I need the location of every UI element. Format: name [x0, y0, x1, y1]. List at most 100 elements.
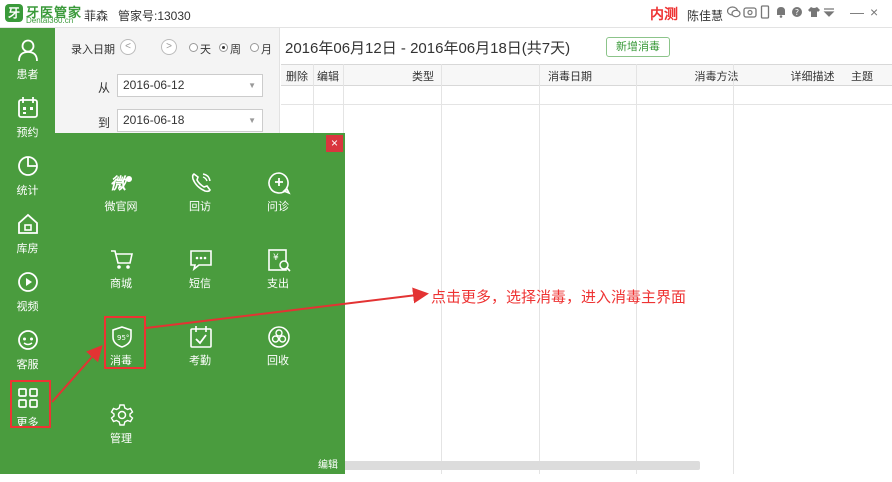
nav-label: 患者	[16, 69, 39, 81]
phone-call-icon	[191, 173, 211, 193]
column-divider	[539, 64, 540, 474]
radio-week[interactable]	[219, 43, 228, 52]
close-window-button[interactable]: ×	[870, 4, 878, 20]
app-logo: 牙 牙医管家 Dental360.cn	[5, 3, 81, 25]
disinfection-table: 删除 编辑 类型 消毒日期 消毒方法 主题 详细描述	[281, 64, 892, 474]
mobile-icon[interactable]	[759, 5, 771, 21]
tile-label: 管理	[110, 433, 132, 445]
settings-icon	[110, 404, 134, 426]
sms-icon	[190, 250, 212, 272]
nav-label: 视频	[16, 301, 39, 313]
tile-label: 回访	[189, 201, 211, 213]
panel-edit-link[interactable]: 编辑	[318, 456, 338, 471]
radio-month[interactable]	[250, 43, 259, 52]
nav-label: 预约	[16, 127, 39, 139]
row-divider	[281, 104, 892, 105]
add-disinfection-button[interactable]: 新增消毒	[606, 37, 670, 57]
logo-url: Dental360.cn	[26, 16, 74, 25]
from-label: 从	[98, 81, 111, 95]
logo-mark: 牙	[5, 4, 23, 22]
weibo-icon: 微	[110, 174, 132, 193]
svg-text:?: ?	[795, 8, 799, 17]
clinic-name: 菲森	[84, 9, 109, 23]
to-date-input[interactable]: 2016-06-18 ▼	[117, 109, 263, 132]
tile-expense[interactable]: ¥ 支出	[253, 248, 303, 298]
tile-sms[interactable]: 短信	[175, 248, 225, 298]
attendance-icon	[190, 326, 212, 348]
app-window: 牙 牙医管家 Dental360.cn 菲森 管家号:13030 内测 陈佳慧 …	[0, 0, 892, 482]
customer-service-icon	[18, 330, 38, 350]
tile-label: 微官网	[104, 201, 138, 213]
internal-test-badge: 内测	[650, 6, 678, 22]
consult-icon	[268, 172, 291, 195]
radio-week-label: 周	[230, 44, 241, 56]
tile-label: 考勤	[189, 355, 211, 367]
tile-label: 问诊	[267, 201, 289, 213]
tile-recycle[interactable]: 回收	[253, 325, 303, 375]
tile-attendance[interactable]: 考勤	[175, 325, 225, 375]
col-edit[interactable]: 编辑	[313, 68, 343, 84]
warehouse-icon	[18, 213, 38, 234]
cart-icon	[111, 250, 133, 269]
chevron-down-icon: ▼	[248, 116, 256, 125]
table-header: 删除 编辑 类型 消毒日期 消毒方法 主题 详细描述	[281, 64, 892, 86]
tile-label: 回收	[267, 355, 289, 367]
date-range-title: 2016年06月12日 - 2016年06月18日(共7天)	[285, 40, 571, 57]
calendar-icon	[18, 97, 38, 118]
tile-label: 商城	[110, 278, 132, 290]
nav-item-warehouse[interactable]: 库房	[0, 206, 55, 262]
horizontal-scrollbar[interactable]	[335, 461, 700, 470]
nav-item-statistics[interactable]: 统计	[0, 148, 55, 204]
tile-label: 短信	[189, 278, 211, 290]
nav-item-video[interactable]: 视频	[0, 264, 55, 320]
user-icon	[18, 39, 38, 62]
column-divider	[733, 64, 734, 474]
nav-item-patients[interactable]: 患者	[0, 32, 55, 88]
next-period-button[interactable]: >	[161, 39, 177, 55]
phone-icon[interactable]	[743, 5, 757, 21]
pie-chart-icon	[18, 156, 38, 176]
from-date-input[interactable]: 2016-06-12 ▼	[117, 74, 263, 97]
highlight-more-button	[10, 380, 51, 428]
column-divider	[441, 64, 442, 474]
butler-number: 管家号:13030	[118, 9, 191, 23]
tile-micro-site[interactable]: 微 微官网	[96, 171, 146, 221]
help-icon[interactable]: ?	[791, 5, 803, 21]
highlight-disinfection-tile	[104, 316, 146, 369]
entry-date-label: 录入日期	[71, 44, 115, 56]
column-divider	[636, 64, 637, 474]
current-user[interactable]: 陈佳慧	[687, 7, 723, 24]
nav-label: 库房	[16, 243, 39, 255]
biohazard-icon	[268, 326, 290, 348]
title-bar: 牙 牙医管家 Dental360.cn 菲森 管家号:13030 内测 陈佳慧 …	[0, 0, 892, 28]
from-date-value: 2016-06-12	[123, 78, 185, 92]
tile-mall[interactable]: 商城	[96, 248, 146, 298]
col-delete[interactable]: 删除	[281, 68, 313, 84]
nav-item-service[interactable]: 客服	[0, 322, 55, 378]
nav-label: 客服	[16, 359, 39, 371]
nav-item-appointments[interactable]: 预约	[0, 90, 55, 146]
tile-follow-up[interactable]: 回访	[175, 171, 225, 221]
to-date-value: 2016-06-18	[123, 113, 185, 127]
minimize-button[interactable]: —	[850, 4, 864, 20]
tshirt-icon[interactable]	[807, 5, 820, 21]
radio-day-label: 天	[200, 44, 211, 56]
dropdown-icon[interactable]	[823, 5, 835, 21]
radio-month-label: 月	[261, 44, 272, 56]
prev-period-button[interactable]: <	[120, 39, 136, 55]
col-description[interactable]: 详细描述	[733, 68, 892, 84]
chevron-down-icon: ▼	[248, 81, 256, 90]
annotation-note: 点击更多，选择消毒，进入消毒主界面	[431, 289, 687, 306]
tile-consult[interactable]: 问诊	[253, 171, 303, 221]
tile-label: 支出	[267, 278, 289, 290]
expense-icon: ¥	[268, 249, 291, 272]
nav-label: 统计	[16, 185, 39, 197]
radio-day[interactable]	[189, 43, 198, 52]
wechat-icon[interactable]	[726, 5, 741, 21]
close-panel-button[interactable]: ×	[326, 135, 343, 152]
tile-management[interactable]: 管理	[96, 403, 146, 453]
svg-text:¥: ¥	[273, 253, 279, 263]
bell-icon[interactable]	[775, 5, 787, 21]
svg-text:微: 微	[110, 174, 129, 193]
play-icon	[18, 272, 38, 292]
